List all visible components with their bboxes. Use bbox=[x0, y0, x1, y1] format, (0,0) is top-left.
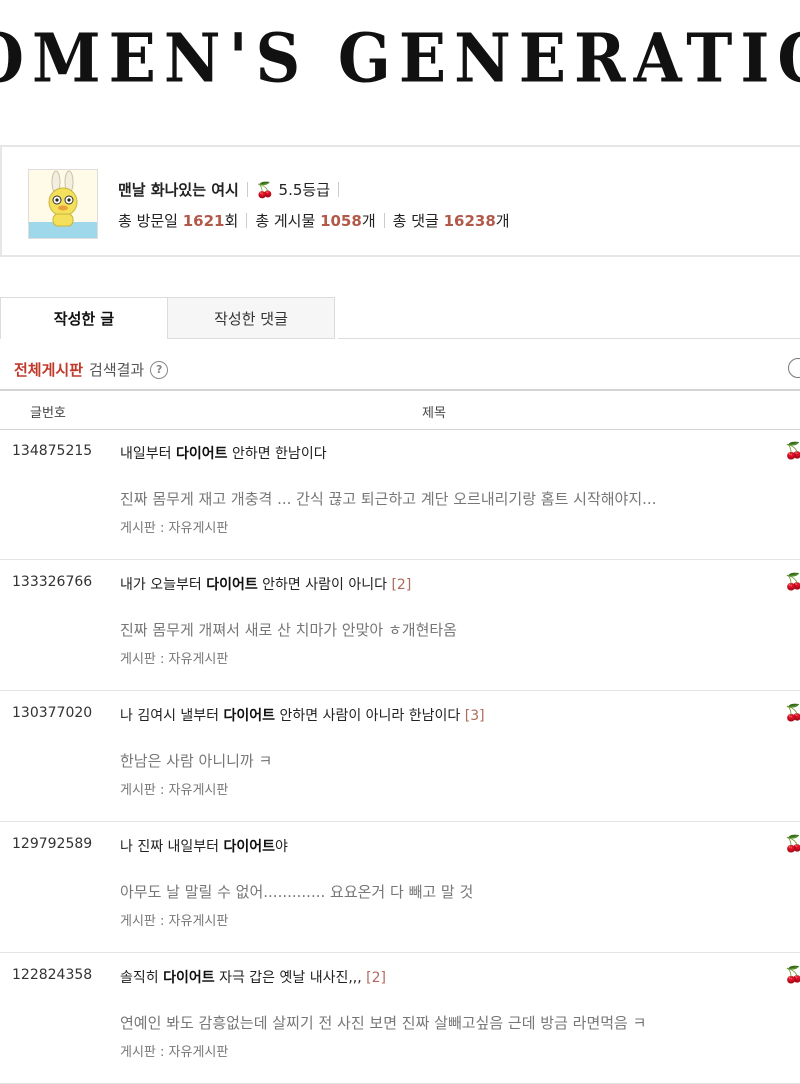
title-text: 안하면 사람이 아니다 bbox=[257, 577, 392, 593]
divider bbox=[338, 182, 340, 197]
table-row[interactable]: 129792589 나 진짜 내일부터 다이어트야아무도 날 말릴 수 없어...… bbox=[0, 821, 800, 953]
post-board: 게시판 : 자유게시판 bbox=[120, 1045, 229, 1060]
post-snippet[interactable]: 진짜 몸무게 개쪄서 새로 산 치마가 안맞아 ㅎ개현타옴 bbox=[120, 619, 457, 640]
search-result-label: 검색결과 bbox=[89, 361, 145, 379]
title-text: 자극 갑은 옛날 내사진,,, bbox=[214, 970, 367, 986]
posts-label: 총 게시물 bbox=[255, 212, 316, 230]
comment-count[interactable]: [2] bbox=[391, 577, 411, 593]
question-circle-icon[interactable]: ? bbox=[150, 360, 169, 379]
post-number: 130377020 bbox=[12, 705, 93, 721]
table-row[interactable]: 130377020 나 김여시 낼부터 다이어트 안하면 사람이 아니라 한남이다… bbox=[0, 690, 800, 822]
profile-stats: 총 방문일 1621 회 총 게시물 1058 개 총 댓글 16238 개 bbox=[118, 210, 510, 231]
title-keyword: 다이어트 bbox=[223, 708, 276, 724]
post-number: 122824358 bbox=[12, 967, 93, 983]
post-board: 게시판 : 자유게시판 bbox=[120, 914, 229, 929]
title-text: 내일부터 bbox=[120, 446, 176, 462]
search-circle-icon[interactable] bbox=[788, 358, 800, 378]
post-title-link[interactable]: 내가 오늘부터 다이어트 안하면 사람이 아니다 [2] bbox=[120, 574, 411, 594]
profile-name-row: 맨날 화나있는 여시 🍒 5.5등급 bbox=[118, 179, 347, 200]
tab-written-comments[interactable]: 작성한 댓글 bbox=[167, 297, 335, 339]
grade-label: 5.5등급 bbox=[278, 181, 331, 199]
divider bbox=[246, 213, 248, 228]
board-filter-link[interactable]: 전체게시판 bbox=[14, 359, 83, 380]
tab-written-posts[interactable]: 작성한 글 bbox=[0, 297, 168, 339]
banner-title: OMEN'S GENERATION bbox=[0, 19, 800, 98]
avatar bbox=[28, 169, 98, 239]
post-title-link[interactable]: 나 진짜 내일부터 다이어트야 bbox=[120, 836, 288, 856]
visit-count: 1621 bbox=[182, 211, 225, 230]
title-text: 솔직히 bbox=[120, 970, 164, 986]
title-text: 나 진짜 내일부터 bbox=[120, 839, 224, 855]
post-title-link[interactable]: 나 김여시 낼부터 다이어트 안하면 사람이 아니라 한남이다 [3] bbox=[120, 705, 485, 725]
cherry-icon: 🍒 bbox=[784, 703, 800, 722]
title-keyword: 다이어트 bbox=[223, 839, 276, 855]
comment-count[interactable]: [2] bbox=[366, 970, 386, 986]
visit-unit: 회 bbox=[224, 212, 239, 230]
title-keyword: 다이어트 bbox=[163, 970, 215, 986]
posts-unit: 개 bbox=[361, 212, 376, 230]
title-text: 안하면 사람이 아니라 한남이다 bbox=[275, 708, 465, 724]
cherry-icon: 🍒 bbox=[784, 572, 800, 591]
title-text: 안하면 한남이다 bbox=[227, 446, 327, 462]
table-row[interactable]: 133326766 내가 오늘부터 다이어트 안하면 사람이 아니다 [2] 진짜 … bbox=[0, 559, 800, 691]
comments-unit: 개 bbox=[495, 212, 510, 230]
divider bbox=[246, 182, 248, 197]
tab-bar: 작성한 글 작성한 댓글 bbox=[0, 297, 335, 339]
post-number: 134875215 bbox=[12, 443, 93, 459]
comments-count: 16238 bbox=[443, 211, 496, 230]
cherry-icon: 🍒 bbox=[255, 180, 275, 199]
title-text: 야 bbox=[275, 839, 288, 855]
tab-underline bbox=[338, 338, 800, 339]
post-number: 129792589 bbox=[12, 836, 93, 852]
post-title-link[interactable]: 내일부터 다이어트 안하면 한남이다 bbox=[120, 443, 327, 463]
post-snippet[interactable]: 연예인 봐도 감흥없는데 살찌기 전 사진 보면 진짜 살빼고싶음 근데 방금 … bbox=[120, 1012, 646, 1033]
comment-count[interactable]: [3] bbox=[465, 708, 485, 724]
post-snippet[interactable]: 한남은 사람 아니니까 ㅋ bbox=[120, 750, 272, 771]
site-banner: OMEN'S GENERATION bbox=[0, 0, 800, 115]
cherry-icon: 🍒 bbox=[784, 441, 800, 460]
divider bbox=[383, 213, 385, 228]
post-number: 133326766 bbox=[12, 574, 93, 590]
cherry-icon: 🍒 bbox=[784, 834, 800, 853]
post-snippet[interactable]: 아무도 날 말릴 수 없어............. 요요온거 다 빼고 말 것 bbox=[120, 881, 473, 902]
posts-count: 1058 bbox=[320, 211, 362, 230]
post-snippet[interactable]: 진짜 몸무게 재고 개충격 ... 간식 끊고 퇴근하고 계단 오르내리기랑 홈… bbox=[120, 488, 656, 509]
title-keyword: 다이어트 bbox=[175, 446, 228, 462]
post-board: 게시판 : 자유게시판 bbox=[120, 783, 229, 798]
post-board: 게시판 : 자유게시판 bbox=[120, 652, 229, 667]
comments-label: 총 댓글 bbox=[392, 212, 439, 230]
profile-card: 맨날 화나있는 여시 🍒 5.5등급 총 방문일 1621 회 총 게시물 10… bbox=[0, 145, 800, 257]
visit-label: 총 방문일 bbox=[118, 212, 178, 230]
column-title: 제목 bbox=[422, 406, 446, 421]
post-title-link[interactable]: 솔직히 다이어트 자극 갑은 옛날 내사진,,, [2] bbox=[120, 967, 386, 987]
title-text: 내가 오늘부터 bbox=[120, 577, 207, 593]
table-header: 글번호 제목 bbox=[0, 389, 800, 430]
search-filter: 전체게시판 검색결과 ? bbox=[14, 359, 169, 380]
table-row[interactable]: 134875215 내일부터 다이어트 안하면 한남이다진짜 몸무게 재고 개충격… bbox=[0, 428, 800, 560]
column-post-number: 글번호 bbox=[30, 406, 66, 421]
title-text: 나 김여시 낼부터 bbox=[120, 708, 224, 724]
cherry-icon: 🍒 bbox=[784, 965, 800, 984]
post-board: 게시판 : 자유게시판 bbox=[120, 521, 229, 536]
nickname[interactable]: 맨날 화나있는 여시 bbox=[118, 179, 239, 200]
table-row[interactable]: 122824358 솔직히 다이어트 자극 갑은 옛날 내사진,,, [2] 연예인… bbox=[0, 952, 800, 1084]
title-keyword: 다이어트 bbox=[206, 577, 258, 593]
